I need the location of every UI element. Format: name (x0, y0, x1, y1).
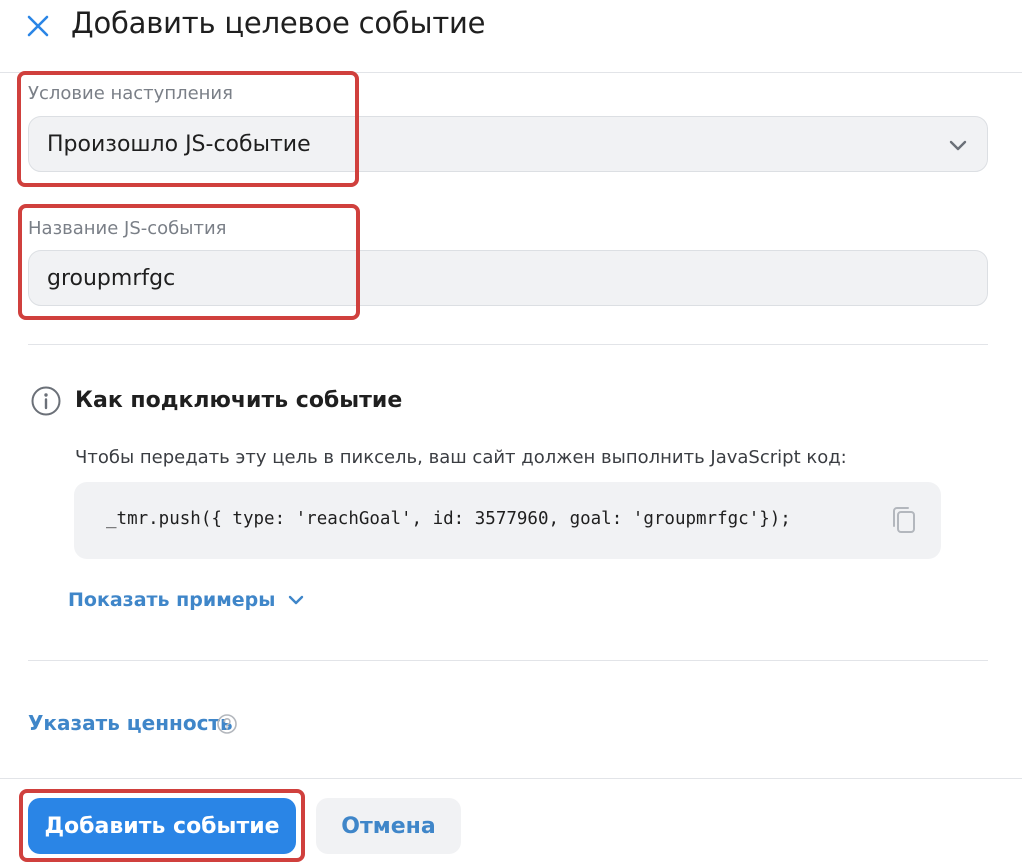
js-event-input-value: groupmrfgc (47, 265, 176, 291)
condition-select-value: Произошло JS-событие (47, 131, 311, 157)
header-divider (0, 72, 1022, 73)
section-divider (28, 344, 988, 345)
show-examples-toggle[interactable]: Показать примеры (68, 589, 305, 611)
chevron-down-icon (949, 140, 967, 151)
close-button[interactable] (22, 10, 54, 42)
js-event-input[interactable]: groupmrfgc (28, 250, 988, 306)
copy-button[interactable] (889, 504, 919, 536)
footer-divider (0, 778, 1022, 779)
code-text: _tmr.push({ type: 'reachGoal', id: 35779… (106, 509, 791, 529)
js-event-label: Название JS-события (28, 218, 227, 239)
add-event-button[interactable]: Добавить событие (28, 798, 296, 854)
section-divider (28, 660, 988, 661)
chevron-down-icon (289, 595, 304, 605)
info-title: Как подключить событие (75, 388, 403, 413)
code-snippet: _tmr.push({ type: 'reachGoal', id: 35779… (74, 482, 941, 559)
show-examples-label: Показать примеры (68, 589, 276, 611)
info-description: Чтобы передать эту цель в пиксель, ваш с… (75, 447, 847, 468)
close-icon (27, 15, 49, 37)
condition-label: Условие наступления (28, 83, 233, 104)
cancel-button[interactable]: Отмена (316, 798, 461, 854)
condition-select[interactable]: Произошло JS-событие (28, 116, 988, 172)
page-title: Добавить целевое событие (71, 6, 486, 40)
set-value-link[interactable]: Указать ценность (28, 711, 233, 735)
info-icon (31, 386, 61, 416)
copy-icon (893, 507, 915, 533)
help-icon[interactable] (216, 713, 238, 735)
